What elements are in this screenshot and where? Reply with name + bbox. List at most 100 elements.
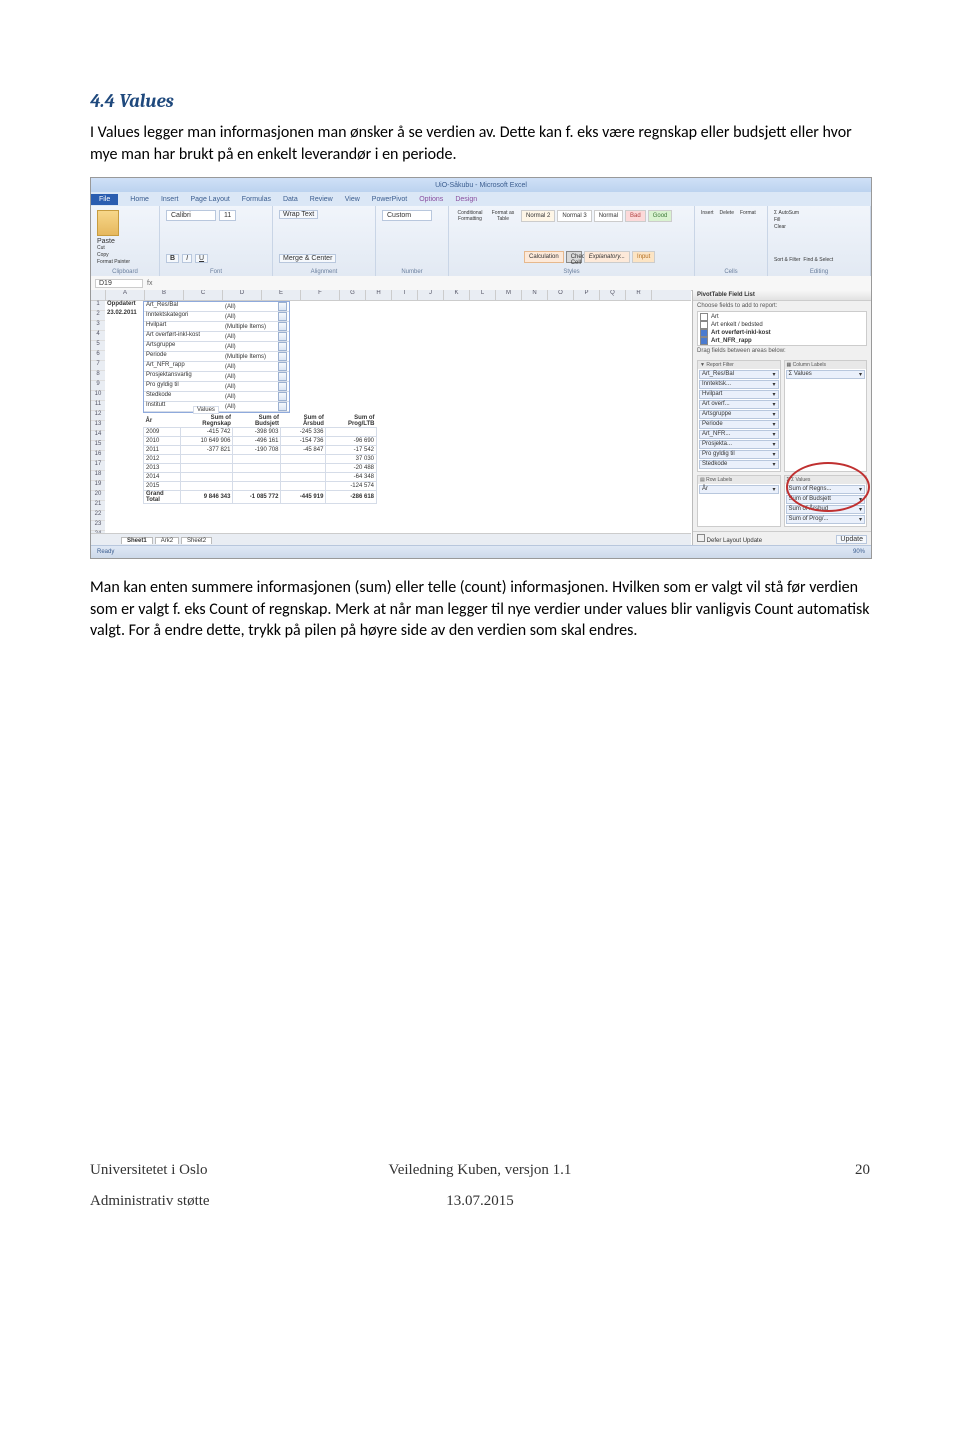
font-size-box[interactable]: 11 bbox=[219, 210, 236, 221]
filter-row[interactable]: Art_Res/Bal(All) bbox=[144, 302, 289, 312]
filter-row[interactable]: Art_NFR_rapp(All) bbox=[144, 362, 289, 372]
copy-button[interactable]: Copy bbox=[97, 252, 153, 259]
defer-update-checkbox[interactable]: Defer Layout Update bbox=[697, 534, 762, 544]
drag-fields-label: Drag fields between areas below: bbox=[693, 346, 871, 356]
bold-button[interactable]: B bbox=[166, 254, 179, 263]
area-item[interactable]: Sum of Budsjett▾ bbox=[786, 495, 866, 504]
style-input[interactable]: Input bbox=[632, 251, 655, 263]
style-explanatory[interactable]: Explanatory... bbox=[584, 251, 630, 263]
area-item[interactable]: Art_NFR...▾ bbox=[699, 430, 779, 439]
tab-options[interactable]: Options bbox=[419, 196, 443, 203]
sort-filter-button[interactable]: Sort & Filter bbox=[774, 257, 800, 263]
clear-button[interactable]: Clear bbox=[774, 224, 864, 231]
tab-design[interactable]: Design bbox=[455, 196, 477, 203]
insert-button[interactable]: Insert bbox=[701, 210, 714, 216]
filter-row[interactable]: Inntektskategori(All) bbox=[144, 312, 289, 322]
window-titlebar: UiO-Såkubu - Microsoft Excel bbox=[91, 178, 871, 192]
zoom-level[interactable]: 90% bbox=[853, 549, 865, 555]
oppdatert-label: Oppdatert bbox=[105, 301, 136, 307]
cut-button[interactable]: Cut bbox=[97, 245, 153, 252]
area-item[interactable]: År▾ bbox=[699, 485, 779, 494]
footer-page-number: 20 bbox=[610, 1162, 870, 1179]
tab-page-layout[interactable]: Page Layout bbox=[190, 196, 229, 203]
area-item[interactable]: Artsgruppe▾ bbox=[699, 410, 779, 419]
find-select-button[interactable]: Find & Select bbox=[803, 257, 833, 263]
filter-row[interactable]: Periode(Multiple Items) bbox=[144, 352, 289, 362]
area-values[interactable]: Σ Σ Values Sum of Regns...▾Sum of Budsje… bbox=[784, 475, 868, 527]
field-list-item[interactable]: Art enkelt / bedsted bbox=[700, 321, 864, 329]
style-good[interactable]: Good bbox=[648, 210, 673, 222]
area-item[interactable]: Sum of Årsbud▾ bbox=[786, 505, 866, 514]
tab-file[interactable]: File bbox=[91, 194, 118, 205]
delete-button[interactable]: Delete bbox=[720, 210, 734, 216]
area-item[interactable]: Art_Res/Bal▾ bbox=[699, 370, 779, 379]
sheet-tab-3[interactable]: Sheet2 bbox=[181, 537, 212, 544]
sheet-tab-2[interactable]: Ark2 bbox=[155, 537, 179, 544]
status-bar: Ready 90% bbox=[91, 545, 871, 558]
pivot-values-label: Values bbox=[193, 406, 219, 414]
area-row-labels[interactable]: ▤ Row Labels År▾ bbox=[697, 475, 781, 527]
clipboard-group-label: Clipboard bbox=[91, 269, 159, 275]
italic-button[interactable]: I bbox=[182, 254, 192, 263]
style-normal[interactable]: Normal bbox=[594, 210, 623, 222]
area-item[interactable]: Prosjekta...▾ bbox=[699, 440, 779, 449]
footer-left-1: Universitetet i Oslo bbox=[90, 1162, 350, 1179]
tab-view[interactable]: View bbox=[345, 196, 360, 203]
update-button[interactable]: Update bbox=[836, 535, 867, 544]
filter-row[interactable]: Prosjektansvarlig(All) bbox=[144, 372, 289, 382]
style-checkcell[interactable]: Check Cell bbox=[566, 251, 582, 263]
style-normal2[interactable]: Normal 2 bbox=[521, 210, 555, 222]
cells-group-label: Cells bbox=[695, 269, 767, 275]
wrap-text-button[interactable]: Wrap Text bbox=[279, 210, 318, 219]
area-item[interactable]: Inntektsk...▾ bbox=[699, 380, 779, 389]
fx-icon[interactable]: fx bbox=[147, 280, 152, 287]
area-item[interactable]: Pro gyldig til▾ bbox=[699, 450, 779, 459]
name-box[interactable]: D19 bbox=[95, 279, 143, 288]
tab-review[interactable]: Review bbox=[310, 196, 333, 203]
tab-data[interactable]: Data bbox=[283, 196, 298, 203]
tab-powerpivot[interactable]: PowerPivot bbox=[372, 196, 407, 203]
page-footer: Universitetet i Oslo Veiledning Kuben, v… bbox=[90, 1162, 870, 1210]
style-calculation[interactable]: Calculation bbox=[524, 251, 564, 263]
style-bad[interactable]: Bad bbox=[625, 210, 646, 222]
field-list-areas: ▼ Report Filter Art_Res/Bal▾Inntektsk...… bbox=[697, 360, 867, 527]
number-group-label: Number bbox=[376, 269, 448, 275]
cond-format-button[interactable]: Conditional Formatting bbox=[457, 210, 482, 222]
area-item[interactable]: Σ Values▾ bbox=[786, 370, 866, 379]
ribbon-tabs: File Home Insert Page Layout Formulas Da… bbox=[91, 192, 871, 206]
underline-button[interactable]: U bbox=[195, 254, 208, 263]
format-table-button[interactable]: Format as Table bbox=[492, 210, 515, 222]
area-report-filter-title: ▼ Report Filter bbox=[698, 361, 780, 369]
area-item[interactable]: Art overf...▾ bbox=[699, 400, 779, 409]
merge-center-button[interactable]: Merge & Center bbox=[279, 254, 336, 263]
area-item[interactable]: Sum of Regns...▾ bbox=[786, 485, 866, 494]
area-report-filter[interactable]: ▼ Report Filter Art_Res/Bal▾Inntektsk...… bbox=[697, 360, 781, 472]
area-item[interactable]: Sum of Prog/...▾ bbox=[786, 515, 866, 524]
field-list-fields[interactable]: ArtArt enkelt / bedstedArt overført-inkl… bbox=[697, 311, 867, 346]
sheet-tab-1[interactable]: Sheet1 bbox=[121, 537, 153, 544]
autosum-button[interactable]: Σ AutoSum bbox=[774, 210, 864, 217]
fill-button[interactable]: Fill bbox=[774, 217, 864, 224]
area-item[interactable]: Hvilpart▾ bbox=[699, 390, 779, 399]
format-painter-button[interactable]: Format Painter bbox=[97, 259, 153, 266]
style-normal3[interactable]: Normal 3 bbox=[557, 210, 591, 222]
format-button[interactable]: Format bbox=[740, 210, 756, 216]
area-item[interactable]: Stedkode▾ bbox=[699, 460, 779, 469]
filter-row[interactable]: Art overført-inkl-kost(All) bbox=[144, 332, 289, 342]
tab-insert[interactable]: Insert bbox=[161, 196, 179, 203]
area-item[interactable]: Periode▾ bbox=[699, 420, 779, 429]
field-list-item[interactable]: Art_NFR_rapp bbox=[700, 337, 864, 345]
tab-formulas[interactable]: Formulas bbox=[242, 196, 271, 203]
font-name-box[interactable]: Calibri bbox=[166, 210, 216, 221]
filter-row[interactable]: Artsgruppe(All) bbox=[144, 342, 289, 352]
field-list-item[interactable]: Art bbox=[700, 313, 864, 321]
paste-icon[interactable] bbox=[97, 210, 119, 236]
area-column-labels[interactable]: ▦ Column Labels Σ Values▾ bbox=[784, 360, 868, 472]
field-list-item[interactable]: Art overført-inkl-kost bbox=[700, 329, 864, 337]
area-values-title: Σ Σ Values bbox=[785, 476, 867, 484]
filter-row[interactable]: Hvilpart(Multiple Items) bbox=[144, 322, 289, 332]
number-format-box[interactable]: Custom bbox=[382, 210, 432, 221]
tab-home[interactable]: Home bbox=[130, 196, 149, 203]
filter-row[interactable]: Pro gyldig til(All) bbox=[144, 382, 289, 392]
filter-row[interactable]: Stedkode(All) bbox=[144, 392, 289, 402]
